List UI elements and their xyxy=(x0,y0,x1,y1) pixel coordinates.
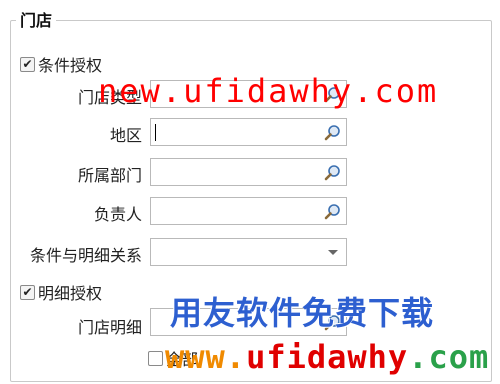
relation-select[interactable] xyxy=(150,238,347,266)
detail-auth-label: 明细授权 xyxy=(38,284,103,303)
watermark-bottom-domain: ufidawhy xyxy=(246,338,409,376)
magnifier-icon[interactable] xyxy=(324,203,342,221)
watermark-bottom-www: www. xyxy=(165,338,247,376)
department-field[interactable] xyxy=(150,158,347,186)
chevron-down-icon[interactable] xyxy=(328,250,338,255)
watermark-middle: 用友软件免费下载 xyxy=(170,294,435,332)
group-title: 门店 xyxy=(16,7,57,31)
region-label: 地区 xyxy=(109,126,142,145)
region-field[interactable] xyxy=(150,118,347,146)
text-caret xyxy=(155,124,156,141)
owner-field[interactable] xyxy=(150,197,347,225)
magnifier-icon[interactable] xyxy=(324,124,342,142)
check-icon: ✔ xyxy=(20,56,35,72)
checkbox-square xyxy=(148,350,163,366)
store-detail-label: 门店明细 xyxy=(77,318,142,337)
relation-label: 条件与明细关系 xyxy=(29,246,142,265)
magnifier-icon[interactable] xyxy=(324,164,342,182)
watermark-bottom: www.ufidawhy.com xyxy=(165,338,489,376)
condition-auth-checkbox[interactable]: ✔ 条件授权 xyxy=(20,52,102,76)
check-icon: ✔ xyxy=(20,284,35,300)
owner-label: 负责人 xyxy=(93,205,142,224)
condition-auth-label: 条件授权 xyxy=(38,56,103,75)
watermark-bottom-tld: .com xyxy=(408,338,490,376)
watermark-top: new.ufidawhy.com xyxy=(98,72,439,110)
detail-auth-checkbox[interactable]: ✔ 明细授权 xyxy=(20,280,102,304)
department-label: 所属部门 xyxy=(77,166,142,185)
